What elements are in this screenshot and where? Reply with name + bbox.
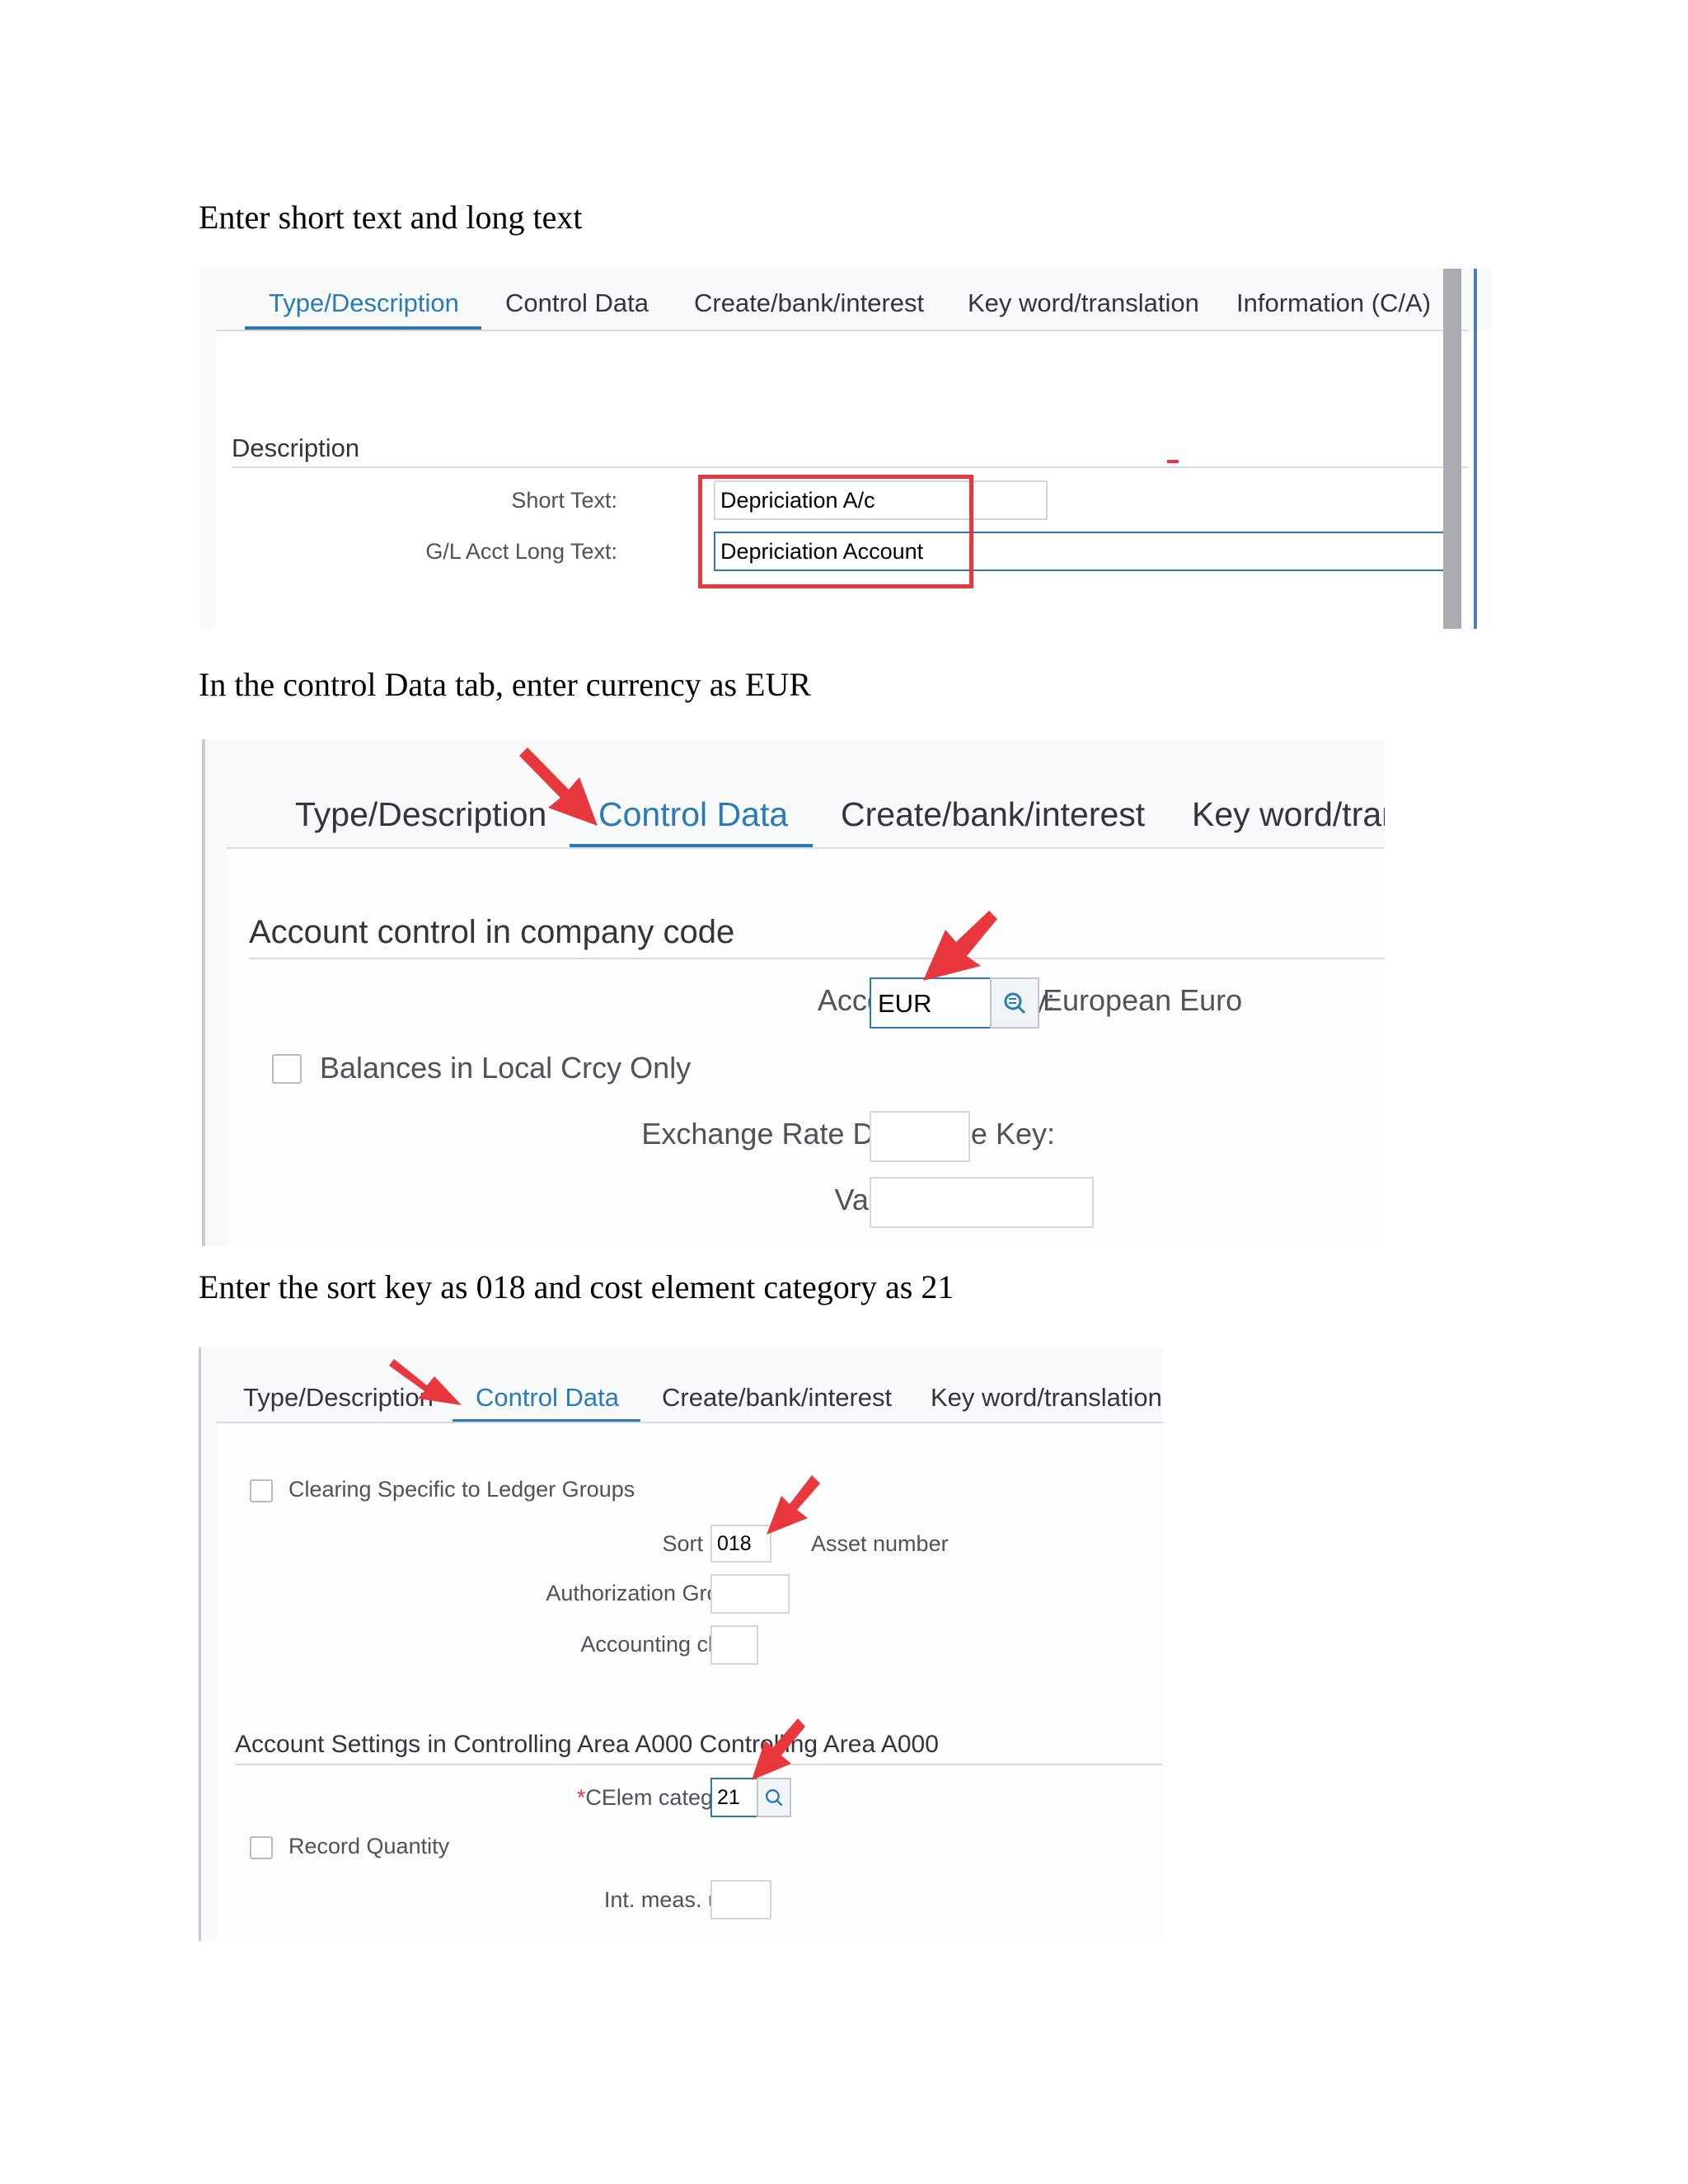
balances-local-crcy-checkbox[interactable] (272, 1054, 302, 1084)
sort-key-description: Asset number (811, 1531, 949, 1556)
tab-information-ca[interactable]: Information (C/A) (1236, 288, 1431, 318)
celem-value-help-button[interactable] (757, 1778, 791, 1817)
screenshot-panel-sort-key: Type/Description Control Data Create/ban… (199, 1347, 1163, 1941)
int-meas-unit-input[interactable] (710, 1880, 771, 1919)
tab-create-bank-interest[interactable]: Create/bank/interest (694, 288, 924, 318)
clearing-ledger-groups-label: Clearing Specific to Ledger Groups (288, 1477, 635, 1502)
celem-category-input[interactable]: 21 (710, 1778, 758, 1817)
valuation-group-input[interactable] (870, 1177, 1094, 1228)
section-title-description: Description (232, 434, 360, 462)
tab-create-bank-interest[interactable]: Create/bank/interest (662, 1383, 892, 1413)
value-help-icon (1004, 992, 1026, 1015)
sort-key-input[interactable]: 018 (710, 1525, 771, 1563)
short-text-label: Short Text: (511, 488, 617, 513)
tab-key-word-translation[interactable]: Key word/trar (1192, 795, 1385, 834)
tab-key-word-translation[interactable]: Key word/translation (931, 1383, 1162, 1413)
value-help-icon (766, 1789, 783, 1807)
tab-type-description[interactable]: Type/Description (269, 288, 459, 318)
tab-bar-divider (215, 330, 1468, 331)
section-divider (232, 466, 1468, 468)
accounting-clerk-input[interactable] (710, 1625, 758, 1665)
tab-control-data[interactable]: Control Data (505, 288, 649, 318)
record-quantity-label: Record Quantity (288, 1834, 450, 1858)
record-quantity-checkbox[interactable] (250, 1836, 273, 1859)
left-border (202, 739, 205, 1246)
authorization-group-input[interactable] (710, 1574, 790, 1614)
highlight-box (698, 475, 973, 588)
tab-create-bank-interest[interactable]: Create/bank/interest (841, 795, 1145, 834)
account-currency-input[interactable]: EUR (870, 977, 992, 1029)
screenshot-panel-control-currency: Type/Description Control Data Create/ban… (202, 739, 1385, 1246)
tab-type-description[interactable]: Type/Description (295, 795, 546, 834)
instruction-step2: In the control Data tab, enter currency … (199, 666, 812, 703)
screenshot-panel-description: Type/Description Control Data Create/ban… (200, 269, 1492, 629)
balances-local-crcy-label: Balances in Local Crcy Only (320, 1051, 692, 1085)
tab-bar-divider (217, 1422, 1163, 1423)
instruction-step1: Enter short text and long text (199, 199, 583, 236)
tab-type-description[interactable]: Type/Description (243, 1383, 434, 1413)
section-title-account-control: Account control in company code (249, 914, 735, 950)
instruction-step3: Enter the sort key as 018 and cost eleme… (199, 1268, 954, 1305)
required-asterisk: * (576, 1785, 586, 1810)
vertical-scrollbar[interactable] (1443, 269, 1461, 629)
clearing-ledger-groups-checkbox[interactable] (250, 1479, 273, 1502)
tab-control-data[interactable]: Control Data (598, 795, 788, 834)
section-divider (249, 958, 1385, 959)
tab-control-data[interactable]: Control Data (476, 1383, 619, 1413)
tab-bar-divider (227, 847, 1385, 849)
red-marker (1167, 460, 1179, 463)
section-divider (235, 1764, 1163, 1765)
long-text-label: G/L Acct Long Text: (425, 539, 617, 564)
currency-description: European Euro (1043, 983, 1243, 1017)
value-help-button[interactable] (990, 977, 1039, 1029)
exchange-rate-key-input[interactable] (870, 1111, 970, 1162)
right-border (1474, 269, 1477, 629)
exchange-rate-key-label: Exchange Rate Difference Key: (641, 1117, 1055, 1151)
tab-key-word-translation[interactable]: Key word/translation (968, 288, 1199, 318)
section-title-controlling-area: Account Settings in Controlling Area A00… (235, 1731, 939, 1758)
left-border (199, 1347, 201, 1941)
